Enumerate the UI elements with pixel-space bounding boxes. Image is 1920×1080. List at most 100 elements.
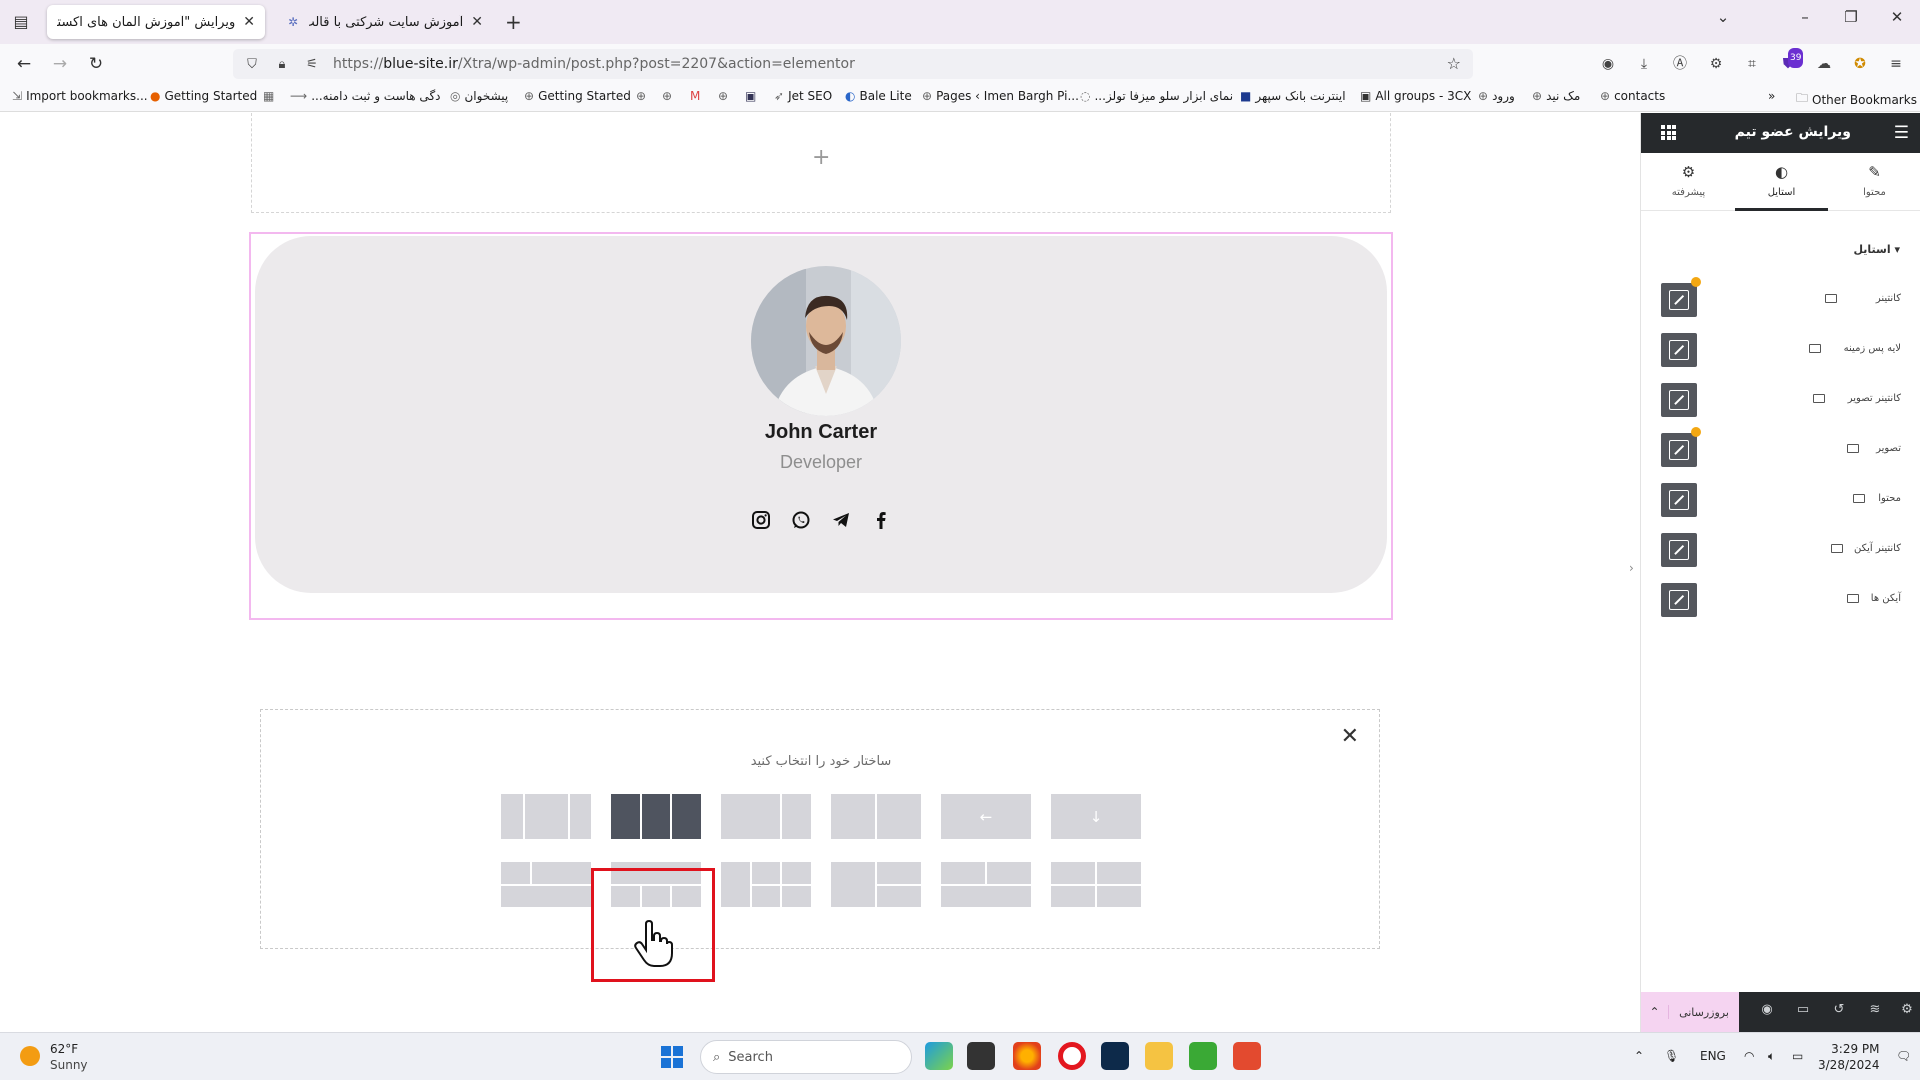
style-row-content[interactable]: محتوا [1641,481,1920,521]
recorder-app-icon[interactable] [1233,1042,1261,1070]
tab-style[interactable]: ◐ استایل [1735,153,1828,211]
history-icon[interactable]: ↺ [1829,1002,1849,1017]
rating-extension-icon[interactable]: ✪ [1850,54,1870,74]
extensions-icon[interactable]: ⚙ [1706,54,1726,74]
shield-icon[interactable]: ⛉ [241,57,263,72]
volume-icon[interactable]: 🔈︎ [1768,1049,1775,1064]
hamburger-menu-icon[interactable]: ☰ [1894,123,1909,143]
tab-content[interactable]: ✎ محتوا [1828,153,1920,211]
app-menu-icon[interactable]: ≡ [1886,54,1906,74]
style-row-icon-container[interactable]: کانتینر آیکن [1641,531,1920,571]
bookmark-star-icon[interactable]: ☆ [1447,54,1461,73]
style-row-icons[interactable]: آیکن ها [1641,581,1920,621]
new-tab-button[interactable]: + [505,10,522,34]
close-icon[interactable]: ✕ [1341,724,1359,749]
notifications-icon[interactable]: 🗨︎ [1896,1049,1911,1063]
minimize-button[interactable]: – [1790,8,1820,26]
style-row-container[interactable]: کانتینر [1641,277,1920,321]
preset-grid-layout[interactable] [1051,862,1141,907]
bookmark-item[interactable]: ⊕ مک نید [1532,89,1580,103]
team-member-section[interactable]: John Carter Developer [249,232,1393,620]
url-text[interactable]: https://blue-site.ir/Xtra/wp-admin/post.… [333,56,855,72]
start-button[interactable] [661,1046,683,1068]
address-bar[interactable]: ⛉ 🔒︎ ⚟ https://blue-site.ir/Xtra/wp-admi… [233,49,1473,79]
restore-button[interactable]: ❐ [1836,8,1866,26]
collapse-panel-chevron-icon[interactable]: › [1629,561,1634,575]
bookmark-item[interactable]: ⊕ Pages ‹ Imen Bargh Pi... [922,89,1079,103]
preset-grid-layout[interactable] [721,862,811,907]
firefox-app-icon[interactable] [1013,1042,1041,1070]
navigator-layers-icon[interactable]: ≋ [1865,1002,1885,1017]
battery-icon[interactable]: ▭ [1792,1049,1803,1063]
lock-icon[interactable]: 🔒︎ [271,57,293,72]
whatsapp-icon[interactable] [791,510,811,530]
tab-list-icon[interactable]: ▤ [10,11,32,33]
clock[interactable]: 3:29 PM 3/28/2024 [1818,1041,1880,1073]
close-window-button[interactable]: ✕ [1882,8,1912,26]
bookmark-item[interactable]: ⊕ contacts [1600,89,1665,103]
sun-icon[interactable] [20,1046,40,1066]
bookmark-item[interactable]: ● Getting Started [150,89,257,103]
tab-overflow-chevron-icon[interactable]: ⌄ [1708,8,1738,26]
crop-icon[interactable]: ⌗ [1742,54,1762,74]
vpn-extension-icon[interactable]: ⛊39 [1778,48,1804,74]
cloud-extension-icon[interactable]: ☁ [1814,54,1834,74]
preset-column-direction[interactable]: ↓ [1051,794,1141,839]
other-bookmarks[interactable]: 🗀 Other Bookmarks [1796,89,1917,110]
copilot-app-icon[interactable] [925,1042,953,1070]
weather-condition[interactable]: Sunny [50,1058,88,1072]
edit-style-button[interactable] [1661,583,1697,617]
weather-temperature[interactable]: 62°F [50,1042,78,1056]
show-hidden-icons-chevron[interactable]: ⌃ [1634,1049,1644,1063]
edit-style-button[interactable] [1661,483,1697,517]
close-tab-icon[interactable]: ✕ [471,14,483,30]
opera-app-icon[interactable] [1058,1042,1086,1070]
add-section-plus-icon[interactable]: + [812,145,830,170]
bookmark-item[interactable]: ➶ Jet SEO [774,89,832,103]
telegram-icon[interactable] [831,510,851,530]
bookmarks-overflow-icon[interactable]: » [1768,89,1775,103]
tab-advanced[interactable]: ⚙ پیشرفته [1642,153,1735,211]
preset-grid-layout[interactable] [941,862,1031,907]
bookmark-item[interactable]: ■ اینترنت بانک سپهر [1240,89,1346,103]
forward-button[interactable]: → [48,52,72,76]
facebook-icon[interactable] [871,510,891,530]
edit-style-button[interactable] [1661,333,1697,367]
preset-three-col-equal[interactable] [611,794,702,839]
add-section-area[interactable]: + [251,113,1391,213]
bookmark-item[interactable]: ⊕ [636,89,646,103]
download-icon[interactable]: ⤓ [1634,54,1654,74]
preset-grid-layout[interactable] [501,862,591,907]
bookmark-item[interactable]: ▦ [263,89,274,103]
edit-style-button[interactable] [1661,433,1697,467]
camtasia-app-icon[interactable] [1189,1042,1217,1070]
back-button[interactable]: ← [12,52,36,76]
chevron-up-icon[interactable]: ⌃ [1641,1005,1669,1019]
bookmark-item[interactable]: ▣ All groups - 3CX [1360,89,1471,103]
bookmark-item[interactable]: ⟶ ...دگی هاست و ثبت دامنه [290,89,441,103]
update-button[interactable]: ⌃ بروزرسانی [1641,992,1739,1032]
bookmark-item[interactable]: ◎ پیشخوان [450,89,508,103]
microphone-icon[interactable]: 🎙︎ [1664,1049,1679,1063]
instagram-icon[interactable] [751,510,771,530]
style-section-toggle[interactable]: ▾ استایل [1853,243,1900,256]
permissions-icon[interactable]: ⚟ [301,57,323,72]
bookmark-item[interactable]: ◐ Bale Lite [845,89,912,103]
responsive-mode-icon[interactable]: ▭ [1793,1002,1813,1017]
wifi-icon[interactable]: ◠ [1744,1049,1754,1063]
photoshop-app-icon[interactable] [1101,1042,1129,1070]
style-row-image-container[interactable]: کانتینر تصویر [1641,381,1920,421]
preset-two-col-equal[interactable] [831,794,921,839]
language-indicator[interactable]: ENG [1700,1049,1726,1063]
tab-inactive[interactable]: ✕ آموزش سایت شرکتی با قالب اکس... ✲ [275,5,493,39]
bookmark-item[interactable]: ▣ [745,89,756,103]
tab-active[interactable]: ✕ ویرایش "آموزش المان های اکسترا – ... [47,5,265,39]
edit-style-button[interactable] [1661,283,1697,317]
file-manager-app-icon[interactable] [967,1042,995,1070]
widgets-grid-icon[interactable] [1661,125,1676,140]
bookmark-item[interactable]: M [690,89,700,103]
settings-gear-icon[interactable]: ⚙ [1897,1002,1917,1017]
bookmark-item[interactable]: ◌ ...نمای ابزار سلو میزفا تولز [1080,89,1233,103]
bookmark-item[interactable]: ⊕ ورود [1478,89,1515,103]
preset-two-col-wide-left[interactable] [721,794,811,839]
